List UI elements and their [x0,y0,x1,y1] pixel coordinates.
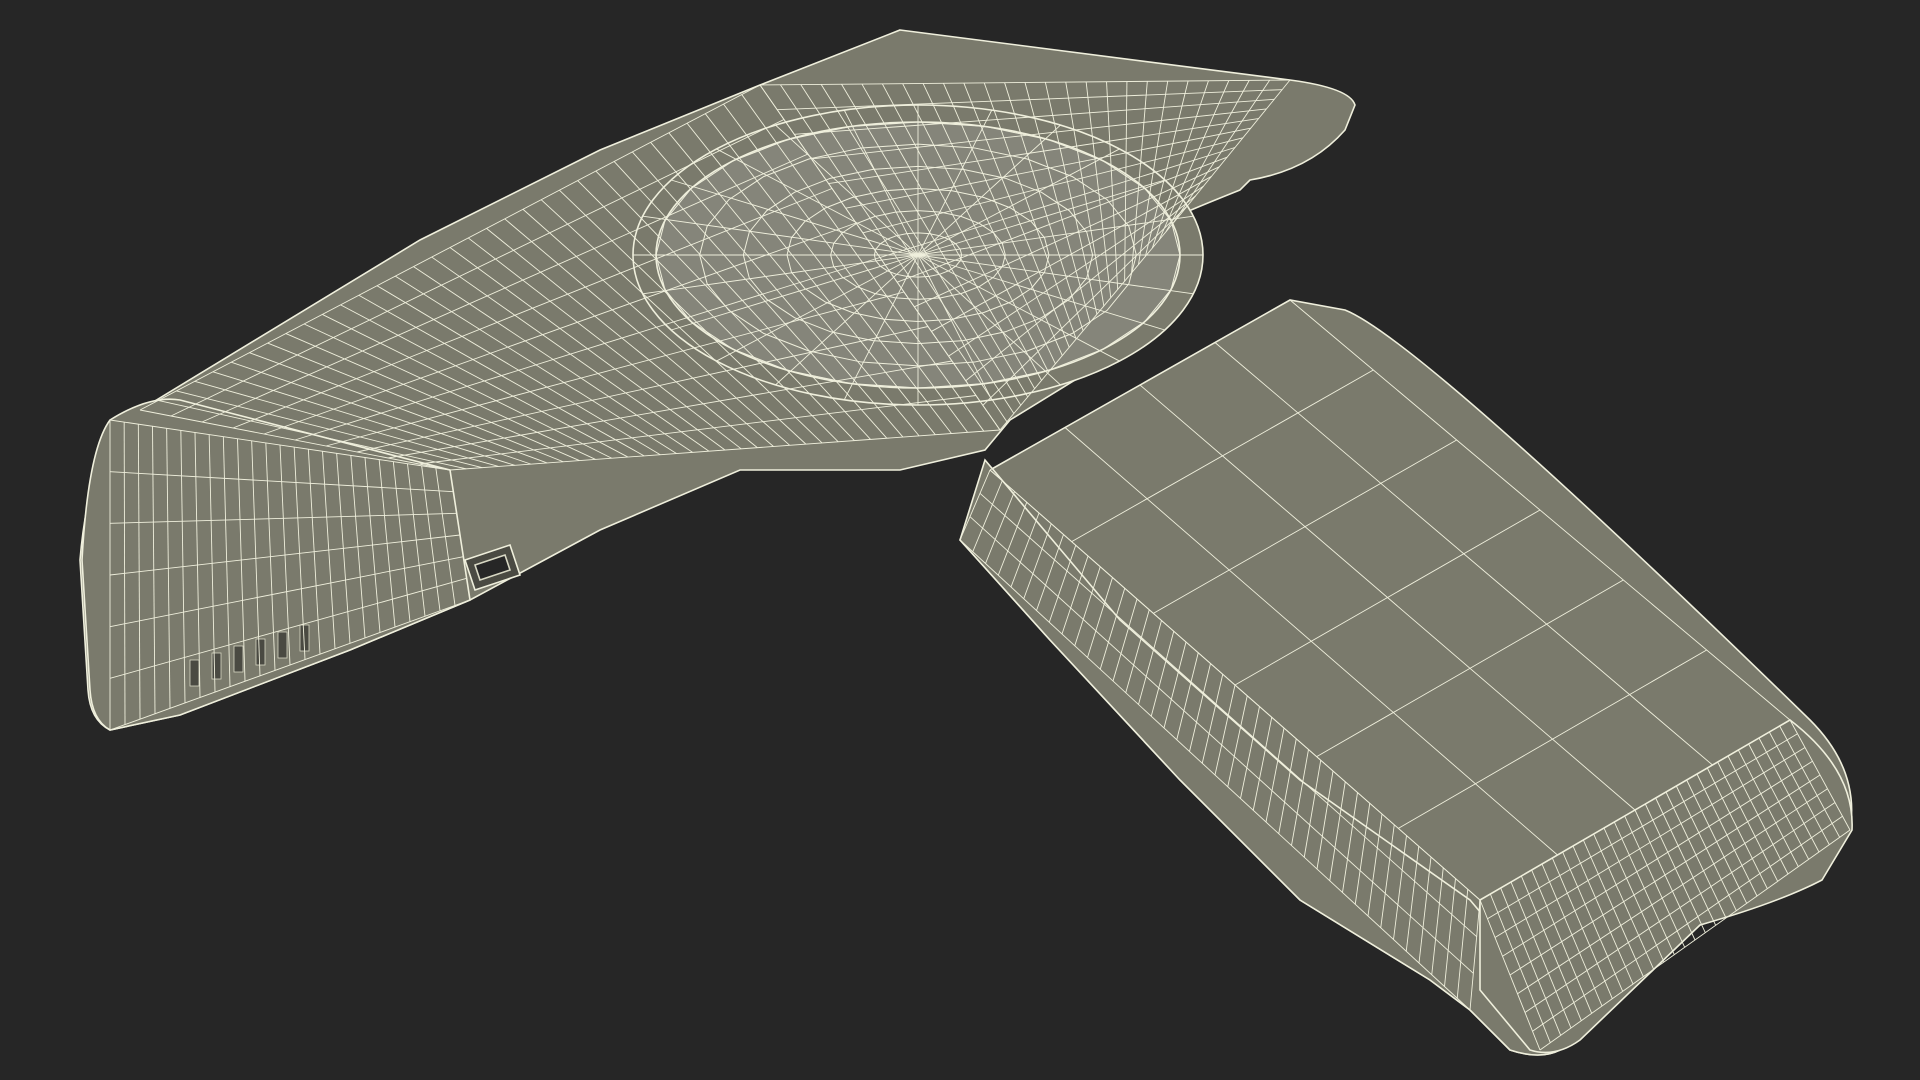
device-body [79,29,1853,1056]
vent-slot [189,659,200,687]
render-viewport [0,0,1920,1080]
wireframe-render [79,29,1853,1056]
vent-slot [233,645,244,673]
vent-slot [255,638,266,666]
vent-slot [211,652,222,680]
vent-slot [277,631,288,659]
